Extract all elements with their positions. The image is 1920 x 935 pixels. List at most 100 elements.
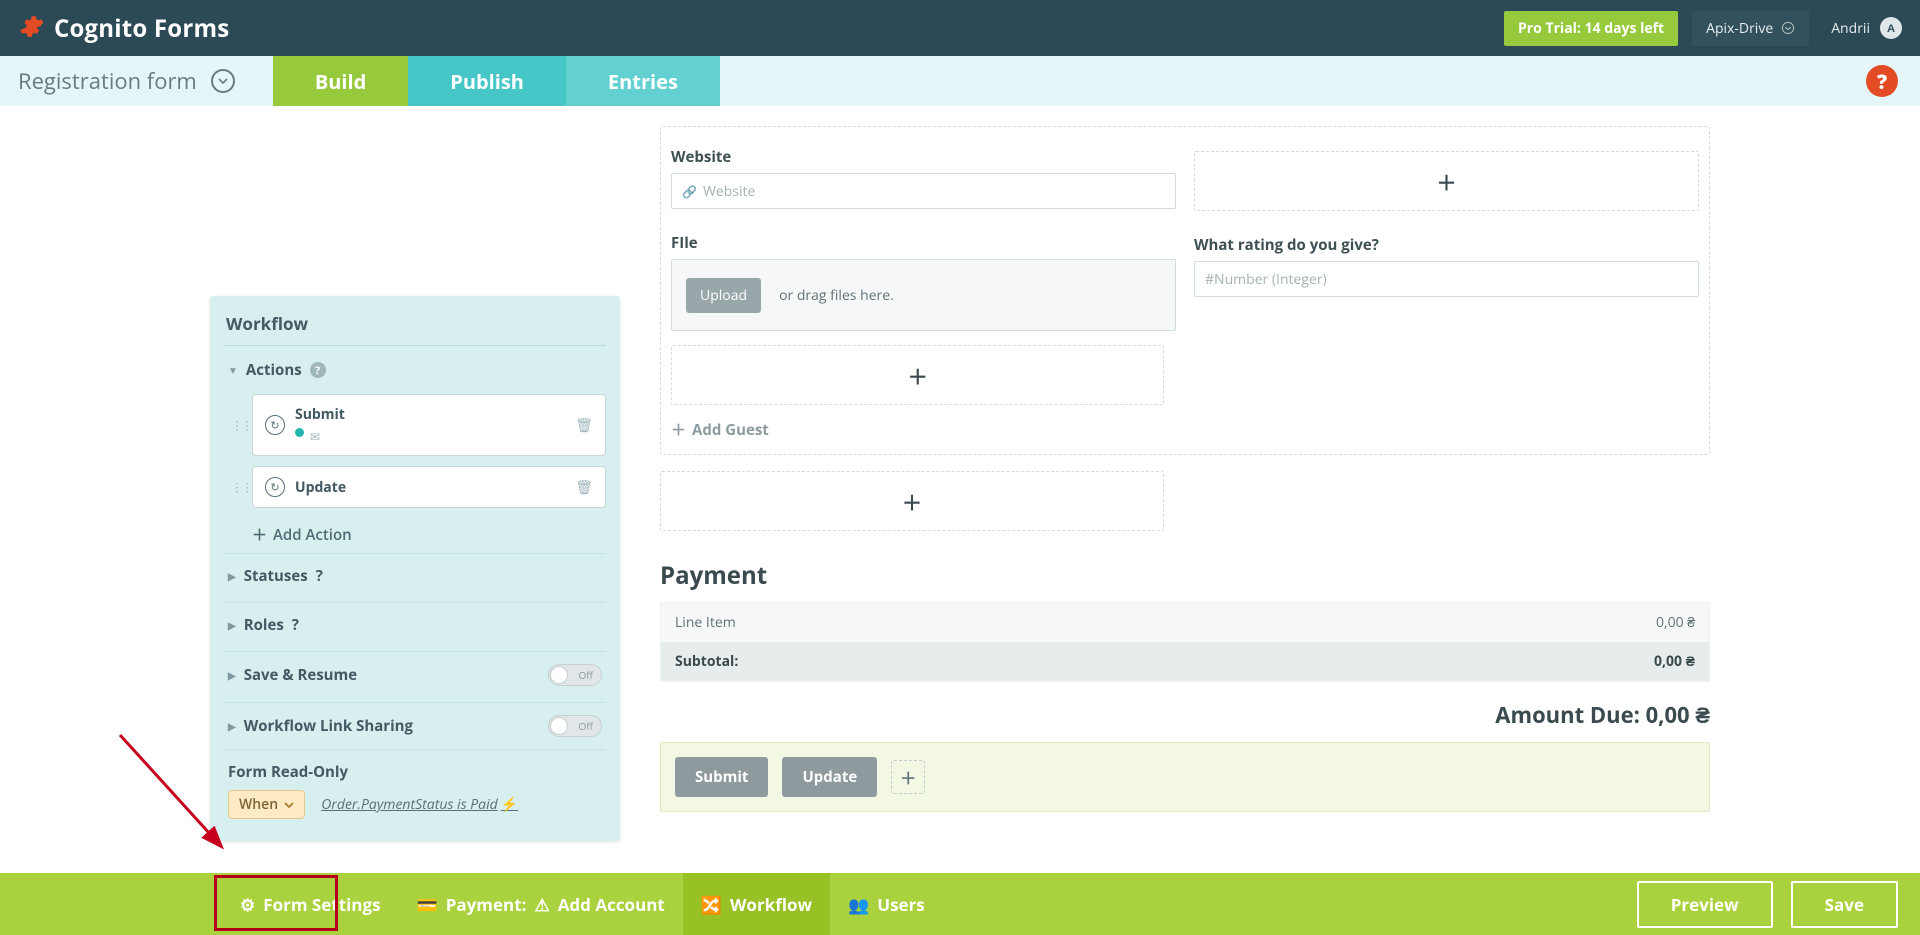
add-guest-button[interactable]: ＋ Add Guest <box>671 419 1699 440</box>
payment-line-item-row[interactable]: Line Item 0,00 ₴ <box>661 603 1709 642</box>
credit-card-icon: 💳 <box>417 893 438 916</box>
action-card-submit[interactable]: ⋮⋮ ↻ Submit ✉ 🗑 <box>252 394 606 456</box>
add-field-slot-bottom[interactable]: ＋ <box>660 471 1164 531</box>
form-update-button[interactable]: Update <box>782 757 877 797</box>
action-card-title: Update <box>295 478 346 497</box>
readonly-expression-text: Order.PaymentStatus is Paid <box>321 795 497 814</box>
bottombar-form-settings[interactable]: ⚙ Form Settings <box>222 873 399 935</box>
mail-icon: ✉ <box>310 428 320 445</box>
bottombar-users[interactable]: 👥 Users <box>830 873 943 935</box>
add-field-slot-top[interactable]: ＋ <box>1194 151 1699 211</box>
logo-gear-icon <box>18 13 54 44</box>
caret-right-icon: ▶ <box>228 618 236 632</box>
user-menu[interactable]: Andrii A <box>1831 17 1902 39</box>
readonly-expression[interactable]: Order.PaymentStatus is Paid⚡ <box>321 795 518 814</box>
delete-action-button[interactable]: 🗑 <box>575 416 593 435</box>
form-settings-label: Form Settings <box>263 893 380 916</box>
subtotal-value: 0,00 ₴ <box>1654 652 1695 671</box>
workflow-actions-expander[interactable]: ▼ Actions ? <box>224 346 606 386</box>
guest-section: Website 🔗 Website FIle Upload or drag fi… <box>660 126 1710 455</box>
workflow-save-resume-row[interactable]: ▶Save & Resume Off <box>224 651 606 698</box>
workflow-panel: Workflow ▼ Actions ? ⋮⋮ ↻ Submit ✉ 🗑 ⋮⋮ … <box>210 296 620 841</box>
action-type-icon: ↻ <box>265 415 285 435</box>
workflow-statuses-row[interactable]: ▶Statuses? <box>224 553 606 598</box>
website-placeholder: Website <box>703 182 755 201</box>
chevron-down-icon <box>218 76 228 86</box>
link-icon: 🔗 <box>682 183 697 200</box>
delete-action-button[interactable]: 🗑 <box>575 478 593 497</box>
readonly-when-chip[interactable]: When <box>228 790 305 819</box>
line-item-label: Line Item <box>675 613 736 632</box>
action-card-title: Submit <box>295 405 345 424</box>
payment-subtotal-row: Subtotal: 0,00 ₴ <box>661 642 1709 681</box>
link-sharing-toggle[interactable]: Off <box>548 715 602 737</box>
subtotal-label: Subtotal: <box>675 652 738 671</box>
save-button[interactable]: Save <box>1791 881 1898 928</box>
users-icon: 👥 <box>848 893 869 916</box>
help-button[interactable]: ? <box>1866 65 1898 97</box>
org-name: Apix-Drive <box>1706 19 1773 38</box>
warning-icon: ⚠ <box>534 893 549 916</box>
save-resume-label: Save & Resume <box>244 665 357 685</box>
tab-entries[interactable]: Entries <box>566 56 720 106</box>
add-action-button[interactable]: ＋ Add Action <box>252 518 606 549</box>
website-label: Website <box>671 147 1176 167</box>
payment-label: Payment: <box>446 893 527 916</box>
add-guest-label: Add Guest <box>692 420 769 440</box>
payment-section-title: Payment <box>660 559 1710 592</box>
bolt-icon: ⚡ <box>501 795 518 814</box>
bottombar-payment[interactable]: 💳 Payment: ⚠ Add Account <box>399 873 683 935</box>
website-input[interactable]: 🔗 Website <box>671 173 1176 209</box>
chevron-down-icon <box>1781 21 1795 35</box>
file-upload-field[interactable]: Upload or drag files here. <box>671 259 1176 331</box>
form-builder-canvas: Website 🔗 Website FIle Upload or drag fi… <box>660 106 1710 812</box>
drag-handle-icon[interactable]: ⋮⋮ <box>231 417 251 434</box>
help-icon[interactable]: ? <box>310 362 326 378</box>
file-label: FIle <box>671 233 1176 253</box>
add-field-slot-mid[interactable]: ＋ <box>671 345 1164 405</box>
readonly-label: Form Read-Only <box>228 762 602 782</box>
action-type-icon: ↻ <box>265 477 285 497</box>
shuffle-icon: 🔀 <box>701 893 722 916</box>
add-action-label: Add Action <box>273 525 352 545</box>
upload-hint: or drag files here. <box>779 286 894 305</box>
workflow-title: Workflow <box>224 308 606 346</box>
line-item-value: 0,00 ₴ <box>1656 613 1695 632</box>
toggle-off-label: Off <box>578 668 593 682</box>
save-resume-toggle[interactable]: Off <box>548 664 602 686</box>
help-icon[interactable]: ? <box>292 615 299 635</box>
form-action-buttons-row: Submit Update ＋ <box>660 742 1710 812</box>
org-switcher[interactable]: Apix-Drive <box>1692 11 1809 46</box>
upload-button[interactable]: Upload <box>686 278 761 313</box>
pro-trial-badge[interactable]: Pro Trial: 14 days left <box>1504 11 1678 46</box>
gear-icon: ⚙ <box>240 893 255 916</box>
user-name: Andrii <box>1831 19 1870 38</box>
workflow-readonly-row: Form Read-Only When Order.PaymentStatus … <box>224 749 606 819</box>
bottombar-workflow[interactable]: 🔀 Workflow <box>683 873 830 935</box>
help-icon[interactable]: ? <box>316 566 323 586</box>
plus-icon: ＋ <box>671 419 686 440</box>
plus-icon: ＋ <box>252 524 267 545</box>
form-submit-button[interactable]: Submit <box>675 757 768 797</box>
add-form-button[interactable]: ＋ <box>891 760 925 794</box>
toggle-off-label: Off <box>578 719 593 733</box>
tab-build[interactable]: Build <box>273 56 408 106</box>
form-title: Registration form <box>18 66 197 96</box>
canvas-area: Workflow ▼ Actions ? ⋮⋮ ↻ Submit ✉ 🗑 ⋮⋮ … <box>0 106 1920 873</box>
workflow-roles-row[interactable]: ▶Roles? <box>224 602 606 647</box>
form-title-group: Registration form <box>18 66 235 96</box>
tab-publish[interactable]: Publish <box>408 56 566 106</box>
avatar: A <box>1880 17 1902 39</box>
action-card-update[interactable]: ⋮⋮ ↻ Update 🗑 <box>252 466 606 508</box>
when-label: When <box>239 795 278 814</box>
form-title-dropdown[interactable] <box>211 69 235 93</box>
logo-text: Cognito Forms <box>54 12 229 45</box>
caret-down-icon: ▼ <box>228 363 238 377</box>
preview-button[interactable]: Preview <box>1637 881 1773 928</box>
rating-input[interactable]: #Number (Integer) <box>1194 261 1699 297</box>
workflow-actions-label: Actions <box>246 360 302 380</box>
payment-add-account-label: Add Account <box>558 893 665 916</box>
workflow-link-sharing-row[interactable]: ▶Workflow Link Sharing Off <box>224 702 606 749</box>
drag-handle-icon[interactable]: ⋮⋮ <box>231 479 251 496</box>
bottombar: ⚙ Form Settings 💳 Payment: ⚠ Add Account… <box>0 873 1920 935</box>
